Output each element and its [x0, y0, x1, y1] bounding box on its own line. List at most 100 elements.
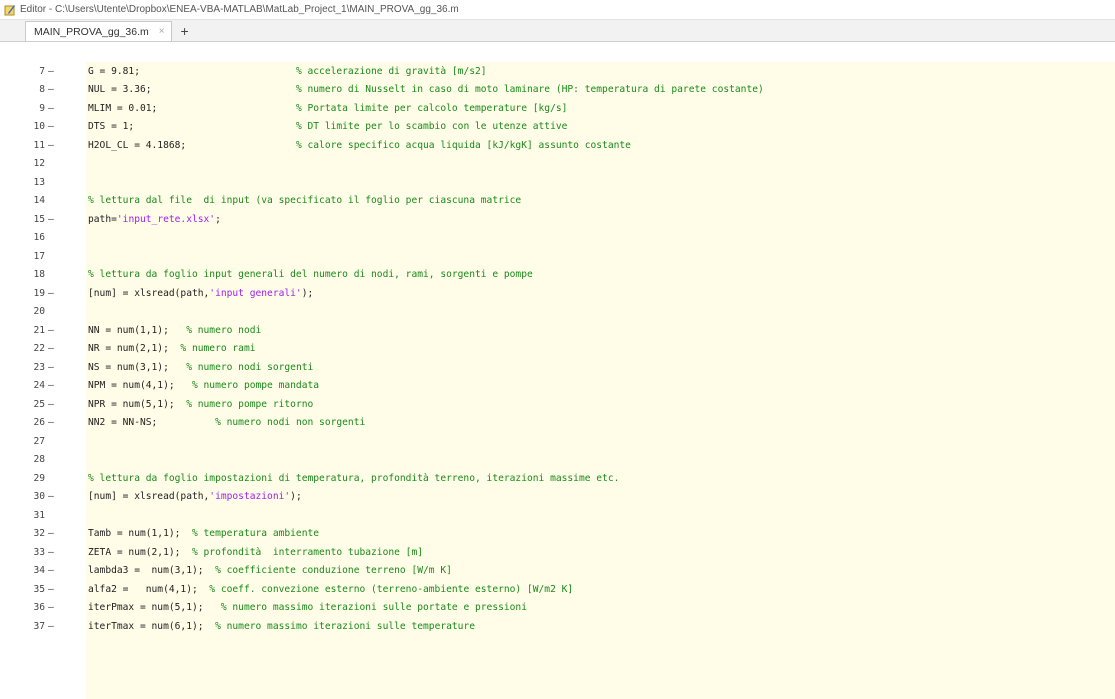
- code-text[interactable]: Tamb = num(1,1); % temperatura ambiente: [70, 528, 1115, 539]
- code-line[interactable]: 12: [0, 155, 1115, 174]
- code-text[interactable]: NS = num(3,1); % numero nodi sorgenti: [70, 362, 1115, 373]
- code-text[interactable]: [num] = xlsread(path,'impostazioni');: [70, 491, 1115, 502]
- breakpoint-marker[interactable]: –: [48, 103, 70, 114]
- breakpoint-marker[interactable]: –: [48, 66, 70, 77]
- code-line[interactable]: 14 % lettura dal file di input (va specif…: [0, 192, 1115, 211]
- code-line[interactable]: 8– NUL = 3.36; % numero di Nusselt in cas…: [0, 81, 1115, 100]
- line-number: 15: [33, 213, 45, 225]
- code-token: alfa2 = num(4,1);: [88, 583, 210, 595]
- new-tab-button[interactable]: +: [176, 21, 194, 41]
- code-line[interactable]: 32– Tamb = num(1,1); % temperatura ambien…: [0, 525, 1115, 544]
- code-line[interactable]: 10– DTS = 1; % DT limite per lo scambio c…: [0, 118, 1115, 137]
- code-text[interactable]: alfa2 = num(4,1); % coeff. convezione es…: [70, 584, 1115, 595]
- breakpoint-marker[interactable]: –: [48, 343, 70, 354]
- code-line[interactable]: 9– MLIM = 0.01; % Portata limite per calc…: [0, 99, 1115, 118]
- code-text[interactable]: % lettura dal file di input (va specific…: [70, 195, 1115, 206]
- code-line[interactable]: 20: [0, 303, 1115, 322]
- code-line[interactable]: 17: [0, 247, 1115, 266]
- line-number: 30: [33, 491, 45, 503]
- code-text[interactable]: G = 9.81; % accelerazione di gravità [m/…: [70, 66, 1115, 77]
- line-number: 29: [33, 472, 45, 484]
- code-text[interactable]: iterPmax = num(5,1); % numero massimo it…: [70, 602, 1115, 613]
- code-line[interactable]: 30– [num] = xlsread(path,'impostazioni');: [0, 488, 1115, 507]
- close-icon[interactable]: ×: [159, 26, 165, 37]
- code-line[interactable]: 28: [0, 451, 1115, 470]
- code-text[interactable]: % lettura da foglio input generali del n…: [70, 269, 1115, 280]
- breakpoint-marker[interactable]: –: [48, 491, 70, 502]
- code-text[interactable]: path='input_rete.xlsx';: [70, 214, 1115, 225]
- code-line[interactable]: 23– NS = num(3,1); % numero nodi sorgenti: [0, 358, 1115, 377]
- breakpoint-marker[interactable]: –: [48, 547, 70, 558]
- line-number: 16: [33, 232, 45, 244]
- code-line[interactable]: 15– path='input_rete.xlsx';: [0, 210, 1115, 229]
- breakpoint-marker[interactable]: –: [48, 528, 70, 539]
- code-line[interactable]: 24– NPM = num(4,1); % numero pompe mandat…: [0, 377, 1115, 396]
- line-number: 24: [33, 380, 45, 392]
- code-line[interactable]: 13: [0, 173, 1115, 192]
- code-line[interactable]: 27: [0, 432, 1115, 451]
- code-comment: % numero massimo iterazioni sulle temper…: [215, 620, 475, 632]
- code-line[interactable]: 33– ZETA = num(2,1); % profondità interra…: [0, 543, 1115, 562]
- breakpoint-marker[interactable]: –: [48, 380, 70, 391]
- breakpoint-marker[interactable]: –: [48, 121, 70, 132]
- code-line[interactable]: 7– G = 9.81; % accelerazione di gravità […: [0, 62, 1115, 81]
- breakpoint-marker[interactable]: –: [48, 584, 70, 595]
- code-comment: % numero nodi: [186, 324, 262, 336]
- code-token: NR = num(2,1);: [88, 343, 181, 355]
- code-line[interactable]: 31: [0, 506, 1115, 525]
- breakpoint-marker[interactable]: –: [48, 84, 70, 95]
- breakpoint-marker[interactable]: –: [48, 288, 70, 299]
- code-line[interactable]: 35– alfa2 = num(4,1); % coeff. convezione…: [0, 580, 1115, 599]
- code-text[interactable]: NPR = num(5,1); % numero pompe ritorno: [70, 399, 1115, 410]
- code-text[interactable]: NN = num(1,1); % numero nodi: [70, 325, 1115, 336]
- code-text[interactable]: NUL = 3.36; % numero di Nusselt in caso …: [70, 84, 1115, 95]
- tab-main-prova[interactable]: MAIN_PROVA_gg_36.m ×: [25, 21, 172, 41]
- breakpoint-marker[interactable]: –: [48, 399, 70, 410]
- code-line[interactable]: 19– [num] = xlsread(path,'input generali'…: [0, 284, 1115, 303]
- code-text[interactable]: NN2 = NN-NS; % numero nodi non sorgenti: [70, 417, 1115, 428]
- line-number: 34: [33, 565, 45, 577]
- breakpoint-marker[interactable]: –: [48, 325, 70, 336]
- line-number: 33: [33, 546, 45, 558]
- breakpoint-marker[interactable]: –: [48, 140, 70, 151]
- code-text[interactable]: NPM = num(4,1); % numero pompe mandata: [70, 380, 1115, 391]
- code-comment: % accelerazione di gravità [m/s2]: [295, 65, 487, 77]
- code-line[interactable]: 29 % lettura da foglio impostazioni di te…: [0, 469, 1115, 488]
- code-line[interactable]: 25– NPR = num(5,1); % numero pompe ritorn…: [0, 395, 1115, 414]
- code-line[interactable]: 22– NR = num(2,1); % numero rami: [0, 340, 1115, 359]
- code-token: NPM = num(4,1);: [88, 380, 192, 392]
- code-line[interactable]: 34– lambda3 = num(3,1); % coefficiente co…: [0, 562, 1115, 581]
- breakpoint-marker[interactable]: –: [48, 565, 70, 576]
- code-text[interactable]: iterTmax = num(6,1); % numero massimo it…: [70, 621, 1115, 632]
- code-text[interactable]: DTS = 1; % DT limite per lo scambio con …: [70, 121, 1115, 132]
- code-token: NPR = num(5,1);: [88, 398, 187, 410]
- breakpoint-marker[interactable]: –: [48, 214, 70, 225]
- breakpoint-marker[interactable]: –: [48, 417, 70, 428]
- breakpoint-marker[interactable]: –: [48, 602, 70, 613]
- code-line[interactable]: 37– iterTmax = num(6,1); % numero massimo…: [0, 617, 1115, 636]
- code-text[interactable]: H2OL_CL = 4.1868; % calore specifico acq…: [70, 140, 1115, 151]
- tab-label: MAIN_PROVA_gg_36.m: [34, 25, 149, 38]
- breakpoint-marker[interactable]: –: [48, 621, 70, 632]
- code-text[interactable]: MLIM = 0.01; % Portata limite per calcol…: [70, 103, 1115, 114]
- code-comment: % coefficiente conduzione terreno [W/m K…: [215, 565, 452, 577]
- code-line[interactable]: 26– NN2 = NN-NS; % numero nodi non sorgen…: [0, 414, 1115, 433]
- breakpoint-marker[interactable]: –: [48, 362, 70, 373]
- code-line[interactable]: 21– NN = num(1,1); % numero nodi: [0, 321, 1115, 340]
- code-comment: % numero di Nusselt in caso di moto lami…: [295, 84, 764, 96]
- code-line[interactable]: 11– H2OL_CL = 4.1868; % calore specifico …: [0, 136, 1115, 155]
- code-line[interactable]: 16: [0, 229, 1115, 248]
- code-text[interactable]: lambda3 = num(3,1); % coefficiente condu…: [70, 565, 1115, 576]
- code-line[interactable]: 36– iterPmax = num(5,1); % numero massimo…: [0, 599, 1115, 618]
- line-number: 28: [33, 454, 45, 466]
- code-line[interactable]: 18 % lettura da foglio input generali del…: [0, 266, 1115, 285]
- code-text[interactable]: [num] = xlsread(path,'input generali');: [70, 288, 1115, 299]
- window-titlebar: Editor - C:\Users\Utente\Dropbox\ENEA-VB…: [0, 0, 1115, 20]
- line-number: 14: [33, 195, 45, 207]
- code-comment: % numero nodi non sorgenti: [215, 417, 366, 429]
- line-number: 8: [39, 84, 45, 96]
- code-text[interactable]: % lettura da foglio impostazioni di temp…: [70, 473, 1115, 484]
- code-editor[interactable]: 7– G = 9.81; % accelerazione di gravità […: [0, 42, 1115, 699]
- code-text[interactable]: ZETA = num(2,1); % profondità interramen…: [70, 547, 1115, 558]
- code-text[interactable]: NR = num(2,1); % numero rami: [70, 343, 1115, 354]
